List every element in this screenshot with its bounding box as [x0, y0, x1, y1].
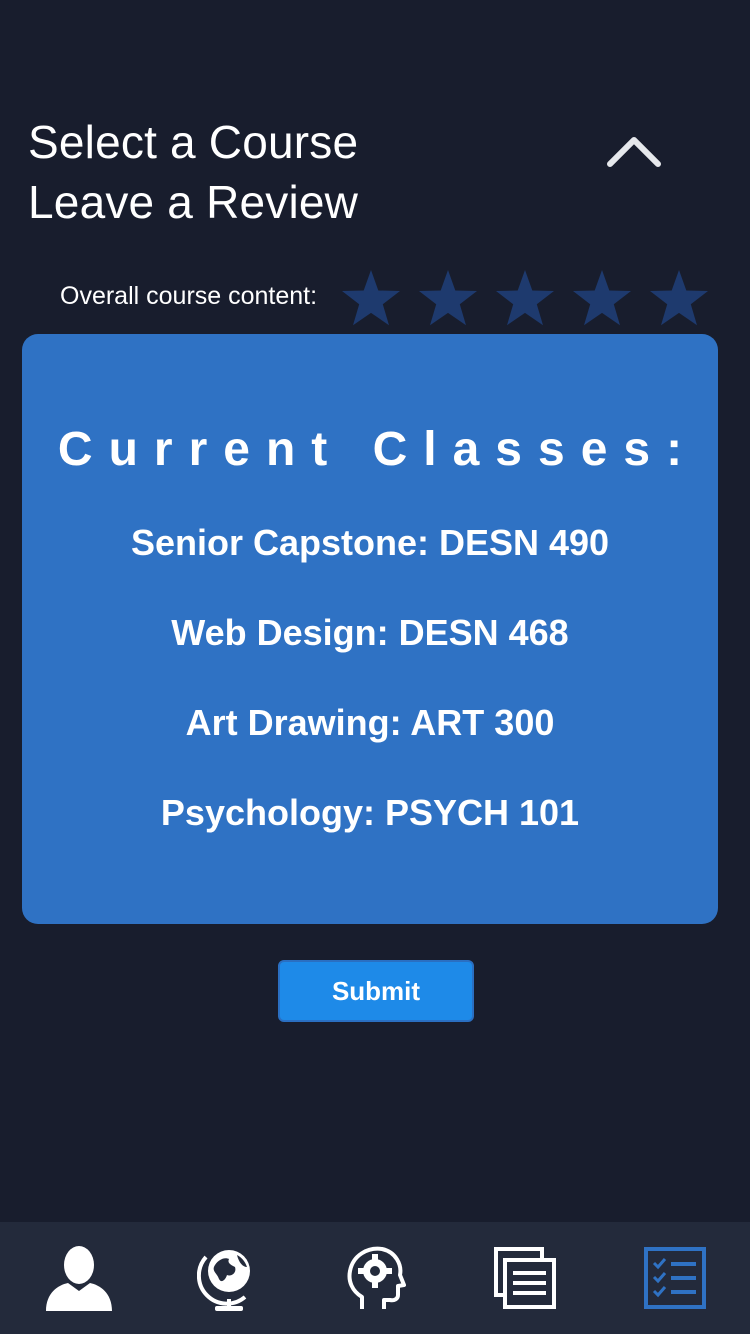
documents-icon: [494, 1247, 556, 1309]
collapse-button[interactable]: [598, 126, 670, 178]
star-icon: [419, 270, 477, 326]
star-icon: [650, 270, 708, 326]
star-icon: [342, 270, 400, 326]
star-2[interactable]: [417, 268, 479, 330]
tab-profile[interactable]: [4, 1222, 154, 1334]
class-item-psych-101[interactable]: Psychology: PSYCH 101: [22, 792, 718, 834]
star-3[interactable]: [494, 268, 556, 330]
star-1[interactable]: [340, 268, 402, 330]
classes-heading: Current Classes:: [57, 423, 699, 476]
tab-globe[interactable]: [154, 1222, 304, 1334]
current-classes-card: Current Classes: Senior Capstone: DESN 4…: [22, 334, 718, 924]
review-screen: Select a Course Leave a Review Overall c…: [0, 0, 750, 1334]
tab-documents[interactable]: [450, 1222, 600, 1334]
star-5[interactable]: [648, 268, 710, 330]
chevron-up-icon: [607, 137, 661, 167]
tab-checklist[interactable]: [600, 1222, 750, 1334]
class-item-desn-490[interactable]: Senior Capstone: DESN 490: [22, 522, 718, 564]
star-icon: [573, 270, 631, 326]
submit-button[interactable]: Submit: [278, 960, 474, 1022]
title-line-1: Select a Course: [28, 116, 359, 168]
star-4[interactable]: [571, 268, 633, 330]
tab-mind[interactable]: [300, 1222, 450, 1334]
checklist-icon: [644, 1247, 706, 1309]
title-line-2: Leave a Review: [28, 176, 359, 228]
class-item-art-300[interactable]: Art Drawing: ART 300: [22, 702, 718, 744]
rating-label: Overall course content:: [60, 282, 318, 310]
class-item-desn-468[interactable]: Web Design: DESN 468: [22, 612, 718, 654]
bottom-tab-bar: [0, 1222, 750, 1334]
rating-row: Overall course content:: [0, 266, 750, 330]
mind-gear-icon: [347, 1246, 406, 1309]
page-title: Select a Course Leave a Review: [28, 112, 358, 232]
globe-icon: [197, 1250, 250, 1311]
profile-icon: [46, 1246, 112, 1311]
star-icon: [496, 270, 554, 326]
